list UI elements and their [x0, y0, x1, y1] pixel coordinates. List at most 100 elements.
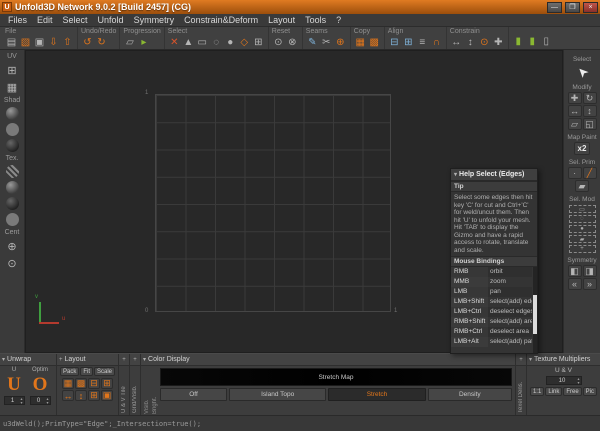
dark-texture-icon[interactable]	[6, 197, 19, 210]
uv-tile-strip-header[interactable]: +	[119, 354, 129, 366]
fit-width-icon[interactable]: ⊟	[88, 378, 100, 389]
menu-unfold[interactable]: Unfold	[93, 15, 129, 25]
pack-button[interactable]: Pack	[60, 367, 79, 376]
selmod-grow-icon[interactable]: +	[569, 245, 596, 253]
collapse-icon[interactable]: ▾	[2, 356, 5, 363]
view-column-a-icon[interactable]: ▮	[512, 35, 525, 48]
texture-multipliers-header[interactable]: ▾ Texture Multipliers	[527, 354, 600, 366]
lasso-select-icon[interactable]: ◌	[210, 36, 223, 49]
unwrap-header[interactable]: ▾ Unwrap	[0, 354, 56, 366]
export-icon[interactable]: ⇧	[61, 36, 74, 49]
layout-header[interactable]: + Layout	[57, 354, 118, 366]
expand-icon[interactable]: +	[122, 357, 126, 363]
pack-islands-icon[interactable]: ▦	[62, 378, 74, 389]
ratio-button[interactable]: 1:1	[530, 387, 544, 396]
align-vertical-icon[interactable]: ⊞	[402, 36, 415, 49]
grid-select-icon[interactable]: ⊞	[252, 36, 265, 49]
stepper-down-icon[interactable]: ▾	[46, 401, 48, 405]
clear-selection-icon[interactable]: ✕	[168, 36, 181, 49]
magnet-icon[interactable]: ∩	[430, 36, 443, 49]
polygon-mode-icon[interactable]: ▰	[575, 180, 589, 192]
uv-grid-icon[interactable]: ⊞	[5, 63, 20, 77]
new-file-icon[interactable]: ▤	[5, 36, 18, 49]
rectangle-select-icon[interactable]: ▭	[196, 36, 209, 49]
move-icon[interactable]: ✚	[568, 92, 582, 104]
flat-texture-icon[interactable]	[6, 213, 19, 226]
flat-shading-icon[interactable]	[6, 123, 19, 136]
redo-icon[interactable]: ↻	[95, 36, 108, 49]
selmod-brush-icon[interactable]: ●	[569, 225, 596, 233]
menu-tools[interactable]: Tools	[300, 15, 331, 25]
pin-icon[interactable]: ⊙	[478, 36, 491, 49]
weld-icon[interactable]: ⊕	[334, 36, 347, 49]
scale-horizontal-icon[interactable]: ↔	[568, 105, 582, 117]
collapse-icon[interactable]: ▾	[143, 356, 146, 363]
stepper-arrows[interactable]: ▴ ▾	[577, 377, 580, 385]
progression-icon[interactable]: ▱	[123, 36, 136, 49]
scale-u-icon[interactable]: ↔	[62, 390, 74, 401]
collapse-icon[interactable]: ▾	[454, 171, 457, 178]
pen-icon[interactable]: ✎	[306, 36, 319, 49]
stepper-down-icon[interactable]: ▾	[20, 401, 22, 405]
stepper-down-icon[interactable]: ▾	[577, 381, 579, 385]
mode-stretch-button[interactable]: Stretch	[328, 388, 425, 401]
last-icon[interactable]: »	[583, 278, 597, 290]
symmetry-u-icon[interactable]: ◧	[568, 265, 582, 277]
island-select-icon[interactable]: ◇	[238, 36, 251, 49]
distribute-icon[interactable]: ≡	[416, 36, 429, 49]
help-panel-header[interactable]: ▾ Help Select (Edges)	[451, 169, 537, 181]
stack-islands-icon[interactable]: ▣	[101, 390, 113, 401]
mode-off-button[interactable]: Off	[160, 388, 227, 401]
unfold-iterations-stepper[interactable]: 1 ▴ ▾	[4, 396, 25, 405]
help-scrollbar[interactable]	[533, 267, 537, 353]
center-pivot-icon[interactable]: ⊕	[5, 239, 20, 253]
texel-density-strip-header[interactable]: +	[516, 354, 526, 366]
first-icon[interactable]: «	[568, 278, 582, 290]
optimize-button[interactable]: O	[33, 374, 48, 396]
copy-uv-icon[interactable]: ▦	[354, 36, 367, 49]
center-origin-icon[interactable]: ⊙	[5, 256, 20, 270]
stepper-arrows[interactable]: ▴ ▾	[46, 397, 49, 405]
expand-icon[interactable]: +	[59, 357, 63, 363]
unfold-button[interactable]: U	[7, 374, 21, 396]
expand-icon[interactable]: +	[519, 357, 523, 363]
menu-layout[interactable]: Layout	[263, 15, 300, 25]
stepper-arrows[interactable]: ▴ ▾	[20, 397, 23, 405]
align-horizontal-icon[interactable]: ⊟	[388, 36, 401, 49]
edge-mode-icon[interactable]: ╱	[583, 167, 597, 179]
uv-checker-icon[interactable]: ▦	[5, 80, 20, 94]
open-folder-icon[interactable]: ▧	[19, 36, 32, 49]
optimize-iterations-stepper[interactable]: 0 ▴ ▾	[30, 396, 51, 405]
select-arrow-icon[interactable]: ▲	[182, 36, 195, 49]
collapse-icon[interactable]: ▾	[529, 356, 532, 363]
shaded-sphere-icon[interactable]	[6, 107, 19, 120]
reset-uv-icon[interactable]: ⊙	[272, 36, 285, 49]
reset-all-icon[interactable]: ⊗	[286, 36, 299, 49]
color-display-header[interactable]: ▾ Color Display	[141, 354, 515, 366]
free-transform-icon[interactable]: ▱	[568, 118, 582, 130]
constrain-horizontal-icon[interactable]: ↔	[450, 36, 463, 49]
view-column-c-icon[interactable]: ▯	[540, 35, 553, 48]
grid-visib-strip-header[interactable]: +	[130, 354, 140, 366]
rotate-icon[interactable]: ↻	[583, 92, 597, 104]
vertex-mode-icon[interactable]: ∙	[568, 167, 582, 179]
map-paint-x2-icon[interactable]: x2	[574, 142, 591, 155]
close-button[interactable]: ×	[583, 2, 598, 13]
mode-density-button[interactable]: Density	[428, 388, 512, 401]
save-icon[interactable]: ▣	[33, 36, 46, 49]
checker-texture-icon[interactable]	[6, 165, 19, 178]
fit-height-icon[interactable]: ⊞	[101, 378, 113, 389]
menu-symmetry[interactable]: Symmetry	[129, 15, 180, 25]
texture-sphere-icon[interactable]	[6, 181, 19, 194]
minimize-button[interactable]: —	[547, 2, 562, 13]
selmod-rectangle-icon[interactable]: ▭	[569, 205, 596, 213]
selmod-fill-icon[interactable]: ▰	[569, 235, 596, 243]
dark-shading-icon[interactable]	[6, 139, 19, 152]
expand-icon[interactable]: +	[133, 357, 137, 363]
menu-files[interactable]: Files	[3, 15, 32, 25]
menu-select[interactable]: Select	[58, 15, 93, 25]
maximize-button[interactable]: ❐	[565, 2, 580, 13]
scale-button[interactable]: Scale	[94, 367, 115, 376]
mode-island-topo-button[interactable]: Island Topo	[229, 388, 326, 401]
menu-constrain-deform[interactable]: Constrain&Deform	[179, 15, 263, 25]
